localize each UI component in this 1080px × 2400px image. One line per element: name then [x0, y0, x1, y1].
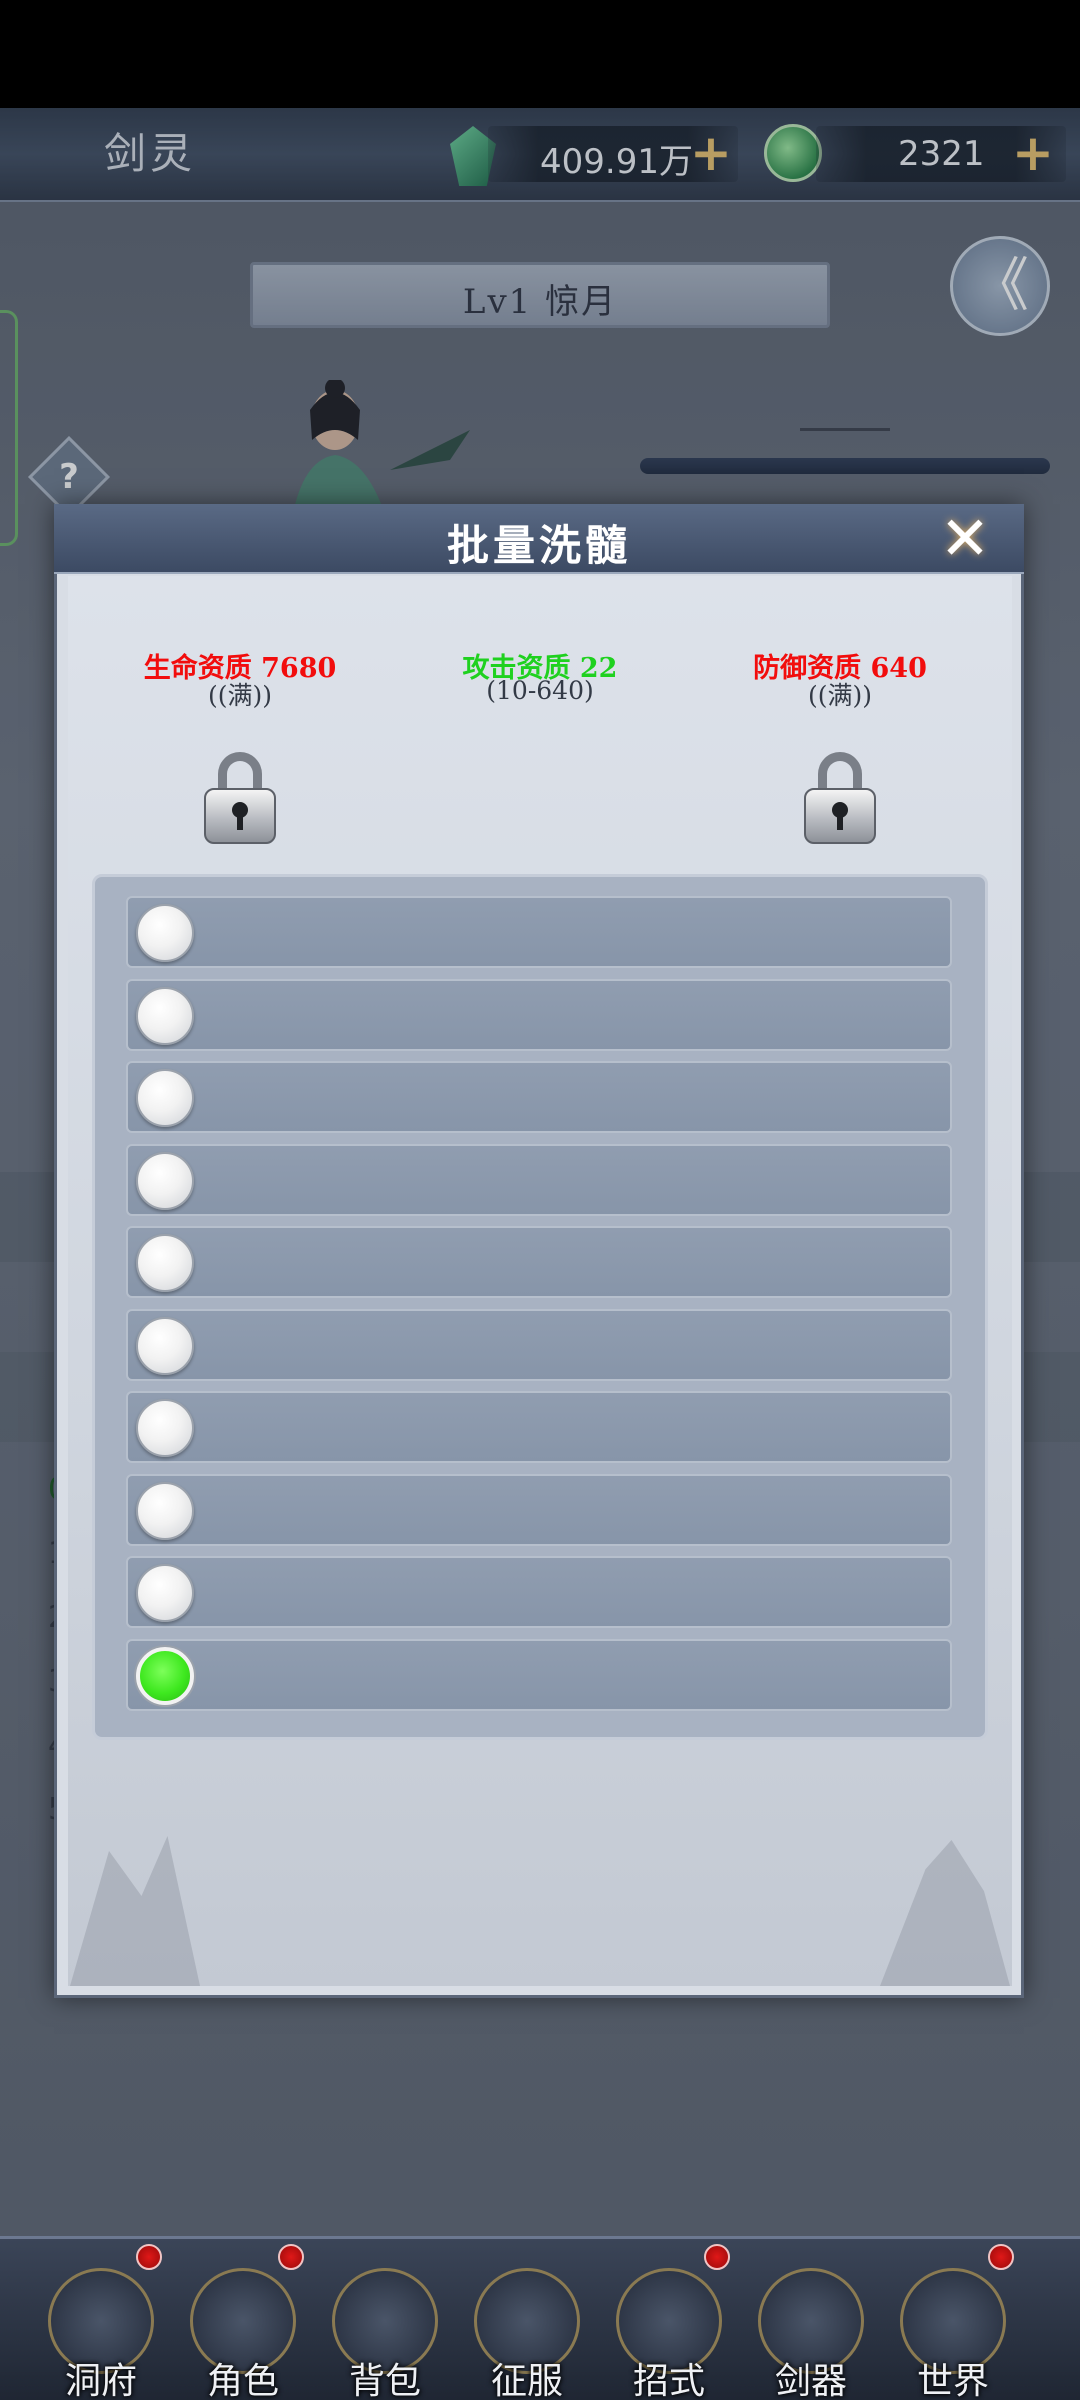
nav-item[interactable]: 背包: [320, 2260, 450, 2400]
result-row[interactable]: [126, 896, 952, 968]
close-button[interactable]: ✕: [936, 509, 994, 570]
nav-label: 招式: [632, 2361, 705, 2400]
nav-label: 剑器: [774, 2361, 847, 2400]
dialog-title: 批量洗髓: [446, 521, 631, 570]
nav-item[interactable]: 招式: [604, 2244, 734, 2400]
result-row[interactable]: [126, 978, 952, 1051]
attack-aptitude-range: (10-640): [486, 676, 594, 705]
status-bar: [0, 0, 1080, 108]
radio-button[interactable]: [136, 1234, 194, 1292]
radio-button[interactable]: [136, 1564, 194, 1622]
radio-button[interactable]: [136, 1316, 194, 1375]
defense-aptitude-range: ((满)): [807, 681, 872, 710]
nav-item[interactable]: 世界: [888, 2244, 1018, 2400]
nav-item[interactable]: 征服: [462, 2260, 592, 2400]
radio-button[interactable]: [136, 1399, 194, 1457]
result-row[interactable]: [126, 1143, 952, 1216]
radio-selected[interactable]: [136, 1646, 194, 1705]
nav-item[interactable]: 角色: [178, 2244, 308, 2400]
result-row[interactable]: [126, 1473, 952, 1546]
notification-dot: [278, 2244, 304, 2270]
hp-lock-icon[interactable]: [204, 752, 276, 844]
lock-keyhole-slot: [237, 814, 243, 830]
result-row[interactable]: [126, 1308, 952, 1381]
nav-label: 世界: [916, 2361, 989, 2400]
nav-label: 背包: [348, 2361, 421, 2400]
defense-lock-icon[interactable]: [804, 752, 876, 844]
nav-label: 角色: [206, 2361, 279, 2400]
notification-dot: [988, 2244, 1014, 2270]
result-row[interactable]: [126, 1638, 952, 1711]
result-row[interactable]: [126, 1226, 952, 1298]
radio-button[interactable]: [136, 1481, 194, 1540]
radio-button[interactable]: [136, 1069, 194, 1127]
lock-keyhole-slot: [837, 814, 843, 830]
radio-button[interactable]: [136, 1151, 194, 1210]
result-row[interactable]: [126, 1556, 952, 1628]
radio-button[interactable]: [136, 986, 194, 1045]
hp-aptitude-range: ((满)): [207, 681, 272, 710]
nav-label: 征服: [490, 2361, 563, 2400]
nav-item[interactable]: 洞府: [36, 2244, 166, 2400]
nav-item[interactable]: 剑器: [746, 2260, 876, 2400]
nav-label: 洞府: [64, 2361, 137, 2400]
result-row[interactable]: [126, 1391, 952, 1463]
radio-button[interactable]: [136, 904, 194, 962]
result-row[interactable]: [126, 1061, 952, 1133]
notification-dot: [704, 2244, 730, 2270]
notification-dot: [136, 2244, 162, 2270]
